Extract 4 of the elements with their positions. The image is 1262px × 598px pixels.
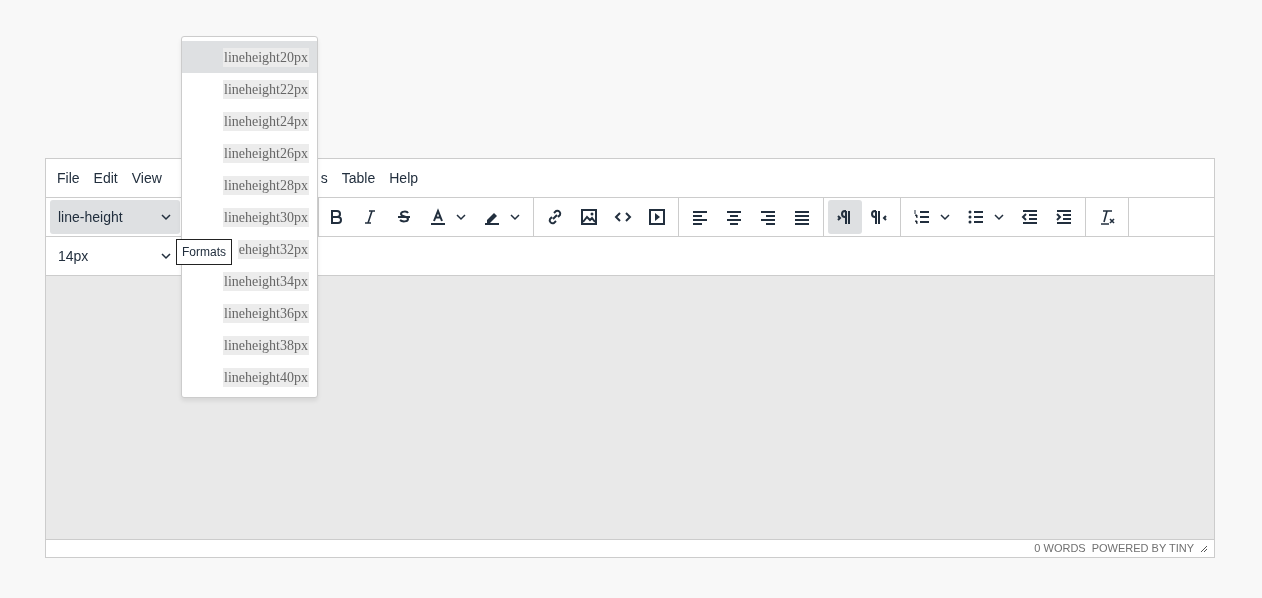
word-count: 0 WORDS [1034,541,1086,557]
select-label: 14px [58,246,89,266]
tooltip: Formats [176,239,232,265]
select-label: line-height [58,207,123,227]
